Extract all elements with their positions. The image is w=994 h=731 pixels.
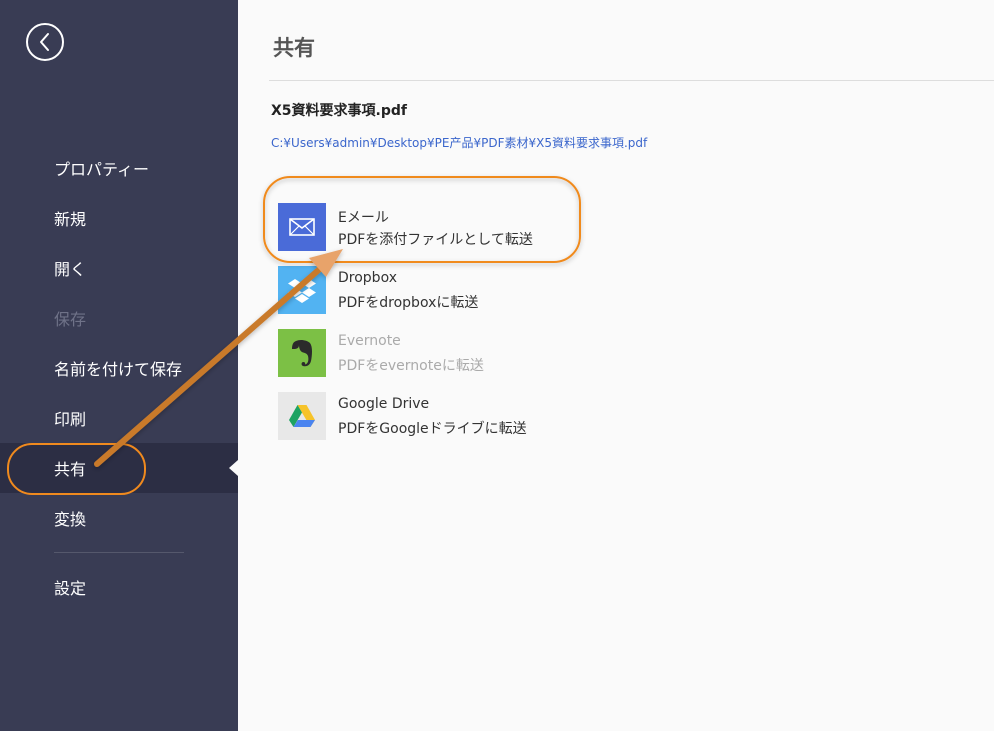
share-option-description: PDFをevernoteに転送 bbox=[338, 358, 484, 374]
sidebar-item-convert[interactable]: 変換 bbox=[0, 493, 238, 543]
google-drive-icon bbox=[278, 392, 326, 440]
dropbox-icon bbox=[278, 266, 326, 314]
sidebar-item-label: 名前を付けて保存 bbox=[54, 360, 183, 379]
sidebar-divider bbox=[54, 552, 184, 553]
file-path-link[interactable]: C:¥Users¥admin¥Desktop¥PE产品¥PDF素材¥X5資料要求… bbox=[271, 134, 647, 151]
sidebar-item-save[interactable]: 保存 bbox=[0, 293, 238, 343]
share-option-email[interactable]: Eメール PDFを添付ファイルとして転送 bbox=[278, 203, 598, 253]
share-option-description: PDFをdropboxに転送 bbox=[338, 295, 479, 311]
evernote-icon bbox=[278, 329, 326, 377]
active-indicator bbox=[229, 460, 238, 476]
share-option-evernote[interactable]: Evernote PDFをevernoteに転送 bbox=[278, 329, 598, 379]
sidebar: プロパティー 新規 開く 保存 名前を付けて保存 印刷 共有 変換 設定 bbox=[0, 0, 238, 731]
share-option-google-drive[interactable]: Google Drive PDFをGoogleドライブに転送 bbox=[278, 392, 598, 442]
sidebar-item-settings[interactable]: 設定 bbox=[0, 562, 238, 612]
share-option-name: Eメール bbox=[338, 210, 389, 226]
sidebar-item-label: 設定 bbox=[54, 579, 87, 598]
sidebar-item-share[interactable]: 共有 bbox=[0, 443, 238, 493]
share-panel: 共有 X5資料要求事項.pdf C:¥Users¥admin¥Desktop¥P… bbox=[238, 0, 994, 731]
share-option-name: Evernote bbox=[338, 333, 401, 349]
sidebar-item-label: 新規 bbox=[54, 210, 87, 229]
share-option-description: PDFをGoogleドライブに転送 bbox=[338, 421, 527, 437]
mail-icon bbox=[278, 203, 326, 251]
title-divider bbox=[269, 80, 994, 81]
sidebar-item-new[interactable]: 新規 bbox=[0, 193, 238, 243]
page-title: 共有 bbox=[273, 36, 315, 60]
sidebar-item-save-as[interactable]: 名前を付けて保存 bbox=[0, 343, 238, 393]
back-button[interactable] bbox=[26, 23, 64, 61]
sidebar-item-label: プロパティー bbox=[54, 160, 150, 179]
share-option-name: Google Drive bbox=[338, 396, 430, 412]
sidebar-item-open[interactable]: 開く bbox=[0, 243, 238, 293]
sidebar-item-label: 共有 bbox=[54, 460, 87, 479]
sidebar-item-label: 変換 bbox=[54, 510, 87, 529]
file-name: X5資料要求事項.pdf bbox=[271, 103, 407, 119]
sidebar-item-print[interactable]: 印刷 bbox=[0, 393, 238, 443]
sidebar-item-properties[interactable]: プロパティー bbox=[0, 143, 238, 193]
share-option-dropbox[interactable]: Dropbox PDFをdropboxに転送 bbox=[278, 266, 598, 316]
sidebar-item-label: 保存 bbox=[54, 310, 87, 329]
share-option-description: PDFを添付ファイルとして転送 bbox=[338, 232, 533, 248]
sidebar-item-label: 開く bbox=[54, 260, 87, 279]
chevron-left-icon bbox=[40, 33, 49, 51]
sidebar-item-label: 印刷 bbox=[54, 410, 87, 429]
share-option-name: Dropbox bbox=[338, 270, 397, 286]
